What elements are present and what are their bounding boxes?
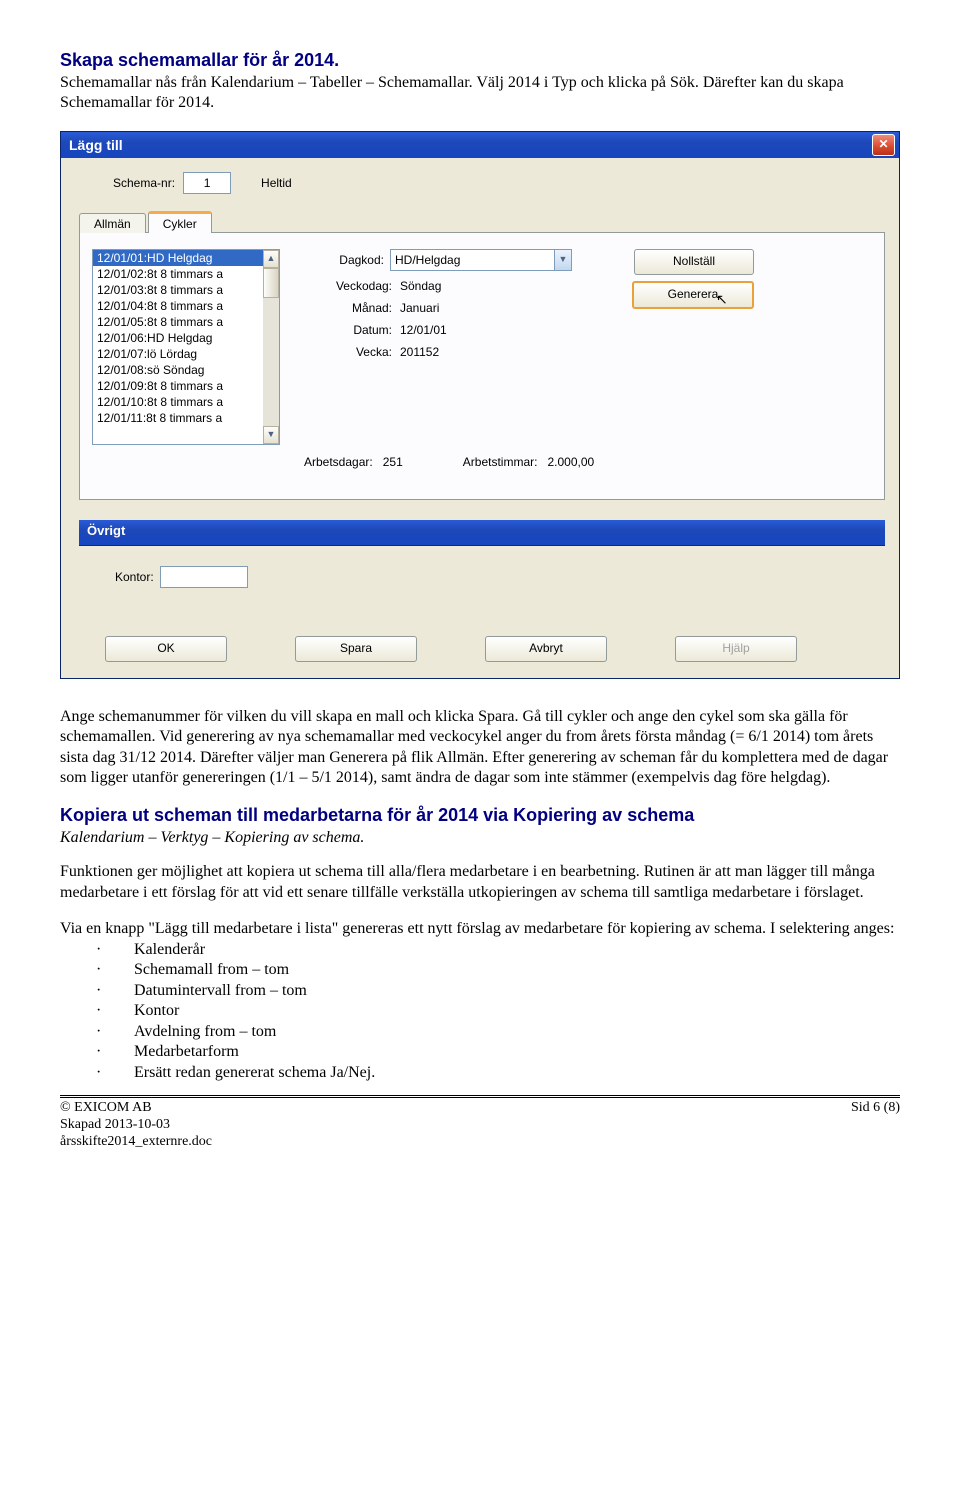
chevron-down-icon[interactable]: ▼ [555,249,572,271]
ovrigt-header: Övrigt [79,520,885,546]
vecka-label: Vecka: [292,345,398,359]
list-item[interactable]: 12/01/04:8t 8 timmars a [93,298,263,314]
list-item: Datumintervall from – tom [134,981,307,1001]
scroll-thumb[interactable] [263,268,279,298]
ok-button[interactable]: OK [105,636,227,662]
schema-nr-label: Schema-nr: [113,176,175,190]
list-item: Medarbetarform [134,1042,239,1062]
list-item[interactable]: 12/01/10:8t 8 timmars a [93,394,263,410]
footer-created: Skapad 2013-10-03 [60,1117,212,1134]
manad-value: Januari [398,301,439,315]
dialog-lagg-till: Lägg till ✕ Schema-nr: Heltid Allmän Cyk… [60,131,900,679]
arbetstimmar-label: Arbetstimmar: [463,455,538,469]
kontor-label: Kontor: [115,570,154,584]
kontor-input[interactable] [160,566,248,588]
datum-label: Datum: [292,323,398,337]
dagkod-input[interactable] [390,249,555,271]
heading-kopiera-scheman: Kopiera ut scheman till medarbetarna för… [60,805,900,826]
footer-filename: årsskifte2014_externre.doc [60,1134,212,1151]
list-item[interactable]: 12/01/09:8t 8 timmars a [93,378,263,394]
paragraph-function-desc: Funktionen ger möjlighet att kopiera ut … [60,862,900,903]
list-item[interactable]: 12/01/02:8t 8 timmars a [93,266,263,282]
scroll-down-icon[interactable]: ▼ [263,426,279,444]
veckodag-value: Söndag [398,279,441,293]
paragraph-selektering: Via en knapp "Lägg till medarbetare i li… [60,919,900,939]
intro-paragraph: Schemamallar nås från Kalendarium – Tabe… [60,73,900,113]
vecka-value: 201152 [398,345,439,359]
hjalp-button[interactable]: Hjälp [675,636,797,662]
list-item[interactable]: 12/01/06:HD Helgdag [93,330,263,346]
list-item[interactable]: 12/01/08:sö Söndag [93,362,263,378]
nollstall-button[interactable]: Nollställ [634,249,754,275]
tab-cykler[interactable]: Cykler [148,211,212,233]
arbetstimmar-value: 2.000,00 [547,455,594,469]
page-footer: © EXICOM AB Skapad 2013-10-03 årsskifte2… [60,1095,900,1150]
arbetsdagar-value: 251 [383,455,403,469]
menu-path: Kalendarium – Verktyg – Kopiering av sch… [60,828,900,848]
list-item: Ersätt redan genererat schema Ja/Nej. [134,1063,375,1083]
list-item[interactable]: 12/01/05:8t 8 timmars a [93,314,263,330]
schema-nr-input[interactable] [183,172,231,194]
list-item[interactable]: 12/01/07:lö Lördag [93,346,263,362]
datum-value: 12/01/01 [398,323,447,337]
scroll-up-icon[interactable]: ▲ [263,250,279,268]
generera-button[interactable]: Generera [632,281,754,309]
close-icon[interactable]: ✕ [872,134,895,156]
footer-page-number: Sid 6 (8) [851,1100,900,1150]
titlebar[interactable]: Lägg till ✕ [61,132,899,158]
list-item[interactable]: 12/01/03:8t 8 timmars a [93,282,263,298]
veckodag-label: Veckodag: [292,279,398,293]
tab-allman[interactable]: Allmän [79,213,146,233]
cycle-listbox[interactable]: 12/01/01:HD Helgdag 12/01/02:8t 8 timmar… [92,249,280,445]
heading-create-templates: Skapa schemamallar för år 2014. [60,50,900,71]
dagkod-combo[interactable]: ▼ [390,249,572,271]
list-item: Kalenderår [134,940,205,960]
list-item: Avdelning from – tom [134,1022,276,1042]
dialog-title: Lägg till [69,137,872,153]
scrollbar[interactable]: ▲ ▼ [263,250,279,444]
heltid-label: Heltid [261,176,292,190]
footer-copyright: © EXICOM AB [60,1100,212,1117]
selector-list: ·Kalenderår ·Schemamall from – tom ·Datu… [96,940,900,1083]
dagkod-label: Dagkod: [292,253,390,267]
list-item: Schemamall from – tom [134,960,289,980]
paragraph-after-dialog: Ange schemanummer för vilken du vill ska… [60,707,900,789]
avbryt-button[interactable]: Avbryt [485,636,607,662]
list-item[interactable]: 12/01/01:HD Helgdag [93,250,263,266]
tab-strip: Allmän Cykler [79,210,885,233]
list-item: Kontor [134,1001,179,1021]
manad-label: Månad: [292,301,398,315]
list-item[interactable]: 12/01/11:8t 8 timmars a [93,410,263,426]
arbetsdagar-label: Arbetsdagar: [304,455,373,469]
tab-pane-cykler: 12/01/01:HD Helgdag 12/01/02:8t 8 timmar… [79,233,885,500]
spara-button[interactable]: Spara [295,636,417,662]
